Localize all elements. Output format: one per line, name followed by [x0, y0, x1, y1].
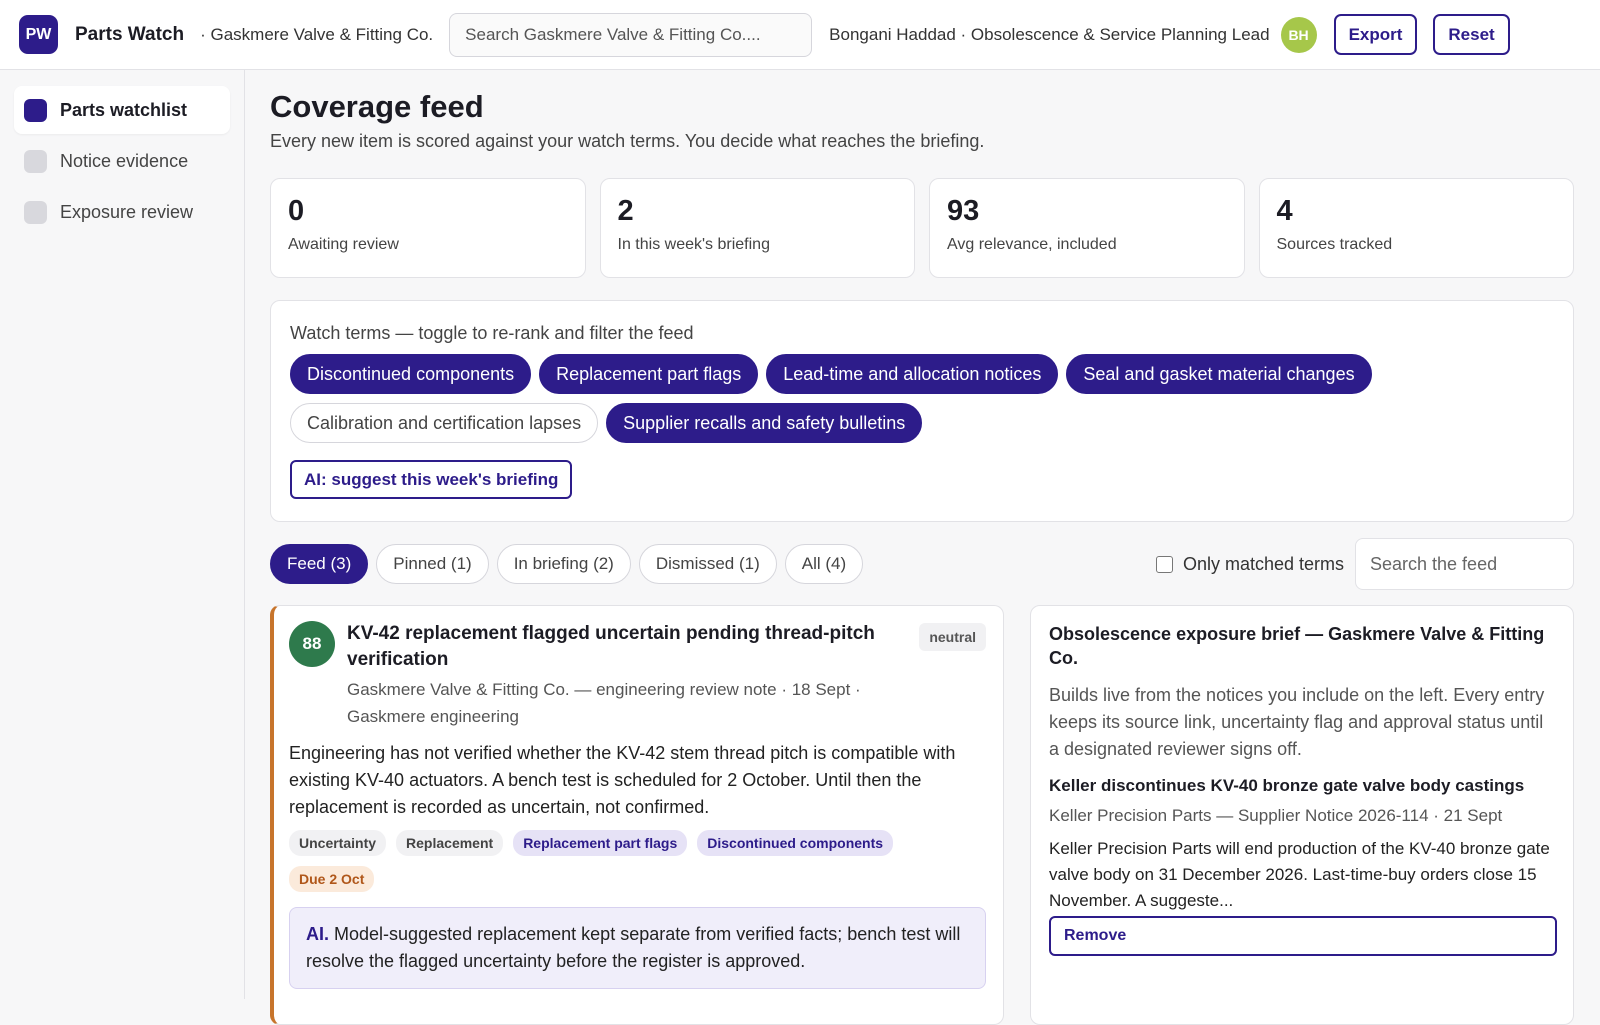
- sidebar-item-label: Notice evidence: [60, 150, 189, 171]
- term-chip-calibration-lapses[interactable]: Calibration and certification lapses: [290, 403, 599, 443]
- sidebar-item-notice-evidence[interactable]: Notice evidence: [14, 137, 230, 185]
- main-content: Coverage feed Every new item is scored a…: [270, 70, 1574, 1025]
- avatar[interactable]: BH: [1280, 16, 1317, 53]
- tab-dismissed[interactable]: Dismissed (1): [638, 544, 777, 584]
- app-logo: PW: [19, 15, 58, 54]
- term-chip-discontinued-components[interactable]: Discontinued components: [290, 354, 532, 394]
- tag-replacement: Replacement: [396, 830, 504, 856]
- stat-label: Avg relevance, included: [947, 236, 1117, 253]
- only-matched-checkbox[interactable]: [1155, 555, 1173, 573]
- relevance-score-badge: 88: [289, 621, 335, 667]
- tag-discontinued-components: Discontinued components: [697, 830, 894, 856]
- user-info: Bongani Haddad · Obsolescence & Service …: [829, 24, 1270, 44]
- ai-note: AI. Model-suggested replacement kept sep…: [289, 907, 986, 989]
- card-meta: Gaskmere Valve & Fitting Co. — engineeri…: [347, 680, 861, 726]
- export-button[interactable]: Export: [1333, 14, 1418, 55]
- content-columns: 88 KV-42 replacement flagged uncertain p…: [270, 605, 1574, 1025]
- watch-terms-panel: Watch terms — toggle to re-rank and filt…: [270, 300, 1574, 522]
- brief-description: Builds live from the notices you include…: [1049, 685, 1545, 759]
- page-title: Coverage feed: [270, 89, 484, 124]
- stats-row: 0 Awaiting review 2 In this week's brief…: [270, 178, 1574, 278]
- tag-uncertainty: Uncertainty: [289, 830, 387, 856]
- term-chip-lead-time-notices[interactable]: Lead-time and allocation notices: [766, 354, 1059, 394]
- sidebar-item-label: Exposure review: [60, 201, 194, 222]
- exposure-brief-panel: Obsolescence exposure brief — Gaskmere V…: [1030, 605, 1574, 1025]
- watch-term-chips: Discontinued components Replacement part…: [290, 354, 1530, 443]
- square-icon: [24, 98, 47, 122]
- sentiment-badge: neutral: [919, 623, 986, 651]
- ai-label: AI.: [306, 924, 330, 944]
- stat-card: 4 Sources tracked: [1258, 178, 1574, 278]
- brief-entry-meta: Keller Precision Parts — Supplier Notice…: [1049, 806, 1503, 825]
- due-date-badge: Due 2 Oct: [289, 866, 375, 892]
- stat-value: 2: [617, 195, 634, 227]
- term-chip-seal-gasket-changes[interactable]: Seal and gasket material changes: [1066, 354, 1372, 394]
- square-icon: [24, 200, 47, 224]
- tab-feed[interactable]: Feed (3): [270, 544, 369, 584]
- ai-suggest-briefing-button[interactable]: AI: suggest this week's briefing: [290, 460, 573, 499]
- remove-button[interactable]: Remove: [1049, 916, 1557, 956]
- tag-replacement-part-flags: Replacement part flags: [513, 830, 688, 856]
- stat-card: 0 Awaiting review: [270, 178, 586, 278]
- card-body: Engineering has not verified whether the…: [289, 743, 956, 817]
- stat-label: Sources tracked: [1276, 236, 1393, 253]
- brief-entry-body: Keller Precision Parts will end producti…: [1049, 839, 1550, 910]
- tab-pinned[interactable]: Pinned (1): [376, 544, 489, 584]
- sidebar-item-label: Parts watchlist: [60, 99, 188, 120]
- square-icon: [24, 149, 47, 173]
- only-matched-label: Only matched terms: [1182, 553, 1344, 574]
- ai-note-text: Model-suggested replacement kept separat…: [306, 924, 961, 971]
- global-search-input[interactable]: [449, 12, 813, 57]
- feed-search-input[interactable]: [1355, 538, 1574, 590]
- watch-terms-label: Watch terms — toggle to re-rank and filt…: [290, 323, 694, 343]
- sidebar-item-exposure-review[interactable]: Exposure review: [14, 188, 230, 236]
- feed-tabs-row: Feed (3) Pinned (1) In briefing (2) Dism…: [270, 538, 1574, 590]
- tab-all[interactable]: All (4): [784, 544, 864, 584]
- org-name: · Gaskmere Valve & Fitting Co.: [200, 24, 434, 44]
- sidebar: Parts watchlist Notice evidence Exposure…: [0, 70, 245, 999]
- term-chip-replacement-part-flags[interactable]: Replacement part flags: [539, 354, 759, 394]
- stat-label: Awaiting review: [288, 236, 399, 253]
- brief-title: Obsolescence exposure brief — Gaskmere V…: [1049, 624, 1545, 668]
- tab-in-briefing[interactable]: In briefing (2): [496, 544, 631, 584]
- feed-card[interactable]: 88 KV-42 replacement flagged uncertain p…: [270, 605, 1004, 1025]
- card-title[interactable]: KV-42 replacement flagged uncertain pend…: [347, 621, 887, 673]
- term-chip-supplier-recalls[interactable]: Supplier recalls and safety bulletins: [606, 403, 923, 443]
- stat-label: In this week's briefing: [617, 236, 770, 253]
- stat-card: 2 In this week's briefing: [599, 178, 915, 278]
- only-matched-toggle[interactable]: Only matched terms: [1155, 553, 1344, 575]
- card-heading: KV-42 replacement flagged uncertain pend…: [347, 621, 887, 730]
- stat-value: 0: [288, 195, 305, 227]
- card-header: 88 KV-42 replacement flagged uncertain p…: [289, 621, 986, 730]
- app-name: Parts Watch: [75, 23, 185, 45]
- stat-value: 4: [1276, 195, 1293, 227]
- stat-value: 93: [947, 195, 980, 227]
- stat-card: 93 Avg relevance, included: [929, 178, 1245, 278]
- card-tags: Uncertainty Replacement Replacement part…: [289, 830, 986, 892]
- page-subtitle: Every new item is scored against your wa…: [270, 131, 985, 151]
- brief-entry-title: Keller discontinues KV-40 bronze gate va…: [1049, 776, 1525, 795]
- reset-button[interactable]: Reset: [1433, 14, 1510, 55]
- top-bar: PW Parts Watch · Gaskmere Valve & Fittin…: [0, 0, 1600, 70]
- sidebar-item-parts-watchlist[interactable]: Parts watchlist: [14, 86, 230, 134]
